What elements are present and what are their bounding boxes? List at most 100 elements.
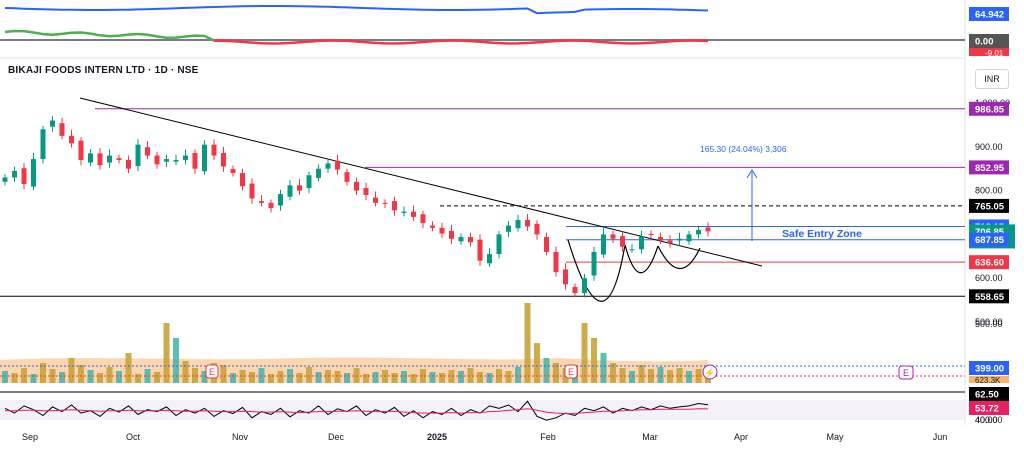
candle-body (297, 185, 302, 191)
candle-body (21, 168, 27, 185)
candle-body (696, 230, 701, 235)
candle-body (31, 159, 36, 187)
x-axis-label: Dec (328, 432, 345, 442)
volume-bar (638, 365, 645, 383)
rsi-value-tag: 62.50 (975, 390, 999, 401)
volume-bar (249, 372, 255, 383)
volume-avg-tag: 399.00 (975, 364, 1004, 375)
candle-body (411, 211, 416, 217)
candle-body (620, 236, 625, 247)
volume-bar (2, 371, 8, 383)
candle-body (525, 219, 530, 227)
earnings-marker-label: E (568, 367, 574, 377)
candle-body (677, 238, 682, 241)
volume-bar (439, 373, 445, 383)
volume-bar (600, 353, 607, 383)
candle-body (306, 175, 312, 188)
candle-body (468, 237, 473, 243)
candle-body (354, 181, 359, 191)
volume-bar (135, 374, 141, 383)
volume-bar (515, 367, 521, 383)
x-axis-label: May (826, 432, 844, 442)
candle-body (639, 236, 644, 250)
volume-bar (410, 374, 417, 383)
volume-bar (97, 373, 103, 383)
candle-body (50, 120, 55, 127)
candle-body (544, 237, 549, 252)
earnings-marker-label: E (209, 367, 215, 377)
volume-bar (391, 373, 398, 383)
volume-bar (268, 374, 274, 383)
candle-body (116, 158, 122, 160)
volume-bar (458, 371, 464, 383)
candle-body (449, 230, 454, 239)
candle-body (230, 169, 236, 174)
candle-body (363, 187, 369, 195)
volume-bar (429, 372, 436, 383)
candle-body (126, 159, 131, 169)
candle-body (563, 269, 568, 285)
candle-body (553, 251, 559, 273)
volume-bar (59, 372, 65, 383)
candle-body (439, 227, 445, 234)
candle-body (572, 286, 578, 294)
x-axis-label: 2025 (427, 432, 447, 442)
x-axis-label: Mar (642, 432, 658, 442)
volume-bar (657, 367, 664, 383)
candle-body (173, 159, 179, 162)
rsi-axis-tick: 40.00 (975, 415, 998, 425)
candle-body (40, 129, 46, 160)
volume-bar (477, 372, 483, 383)
x-axis-label: Feb (540, 432, 556, 442)
safe-entry-zone-label: Safe Entry Zone (782, 228, 862, 240)
candle-body (221, 152, 226, 167)
rsi-ma-tag: 53.72 (975, 404, 999, 415)
candle-body (164, 159, 169, 162)
volume-bar (401, 371, 407, 383)
candle-body (658, 237, 663, 241)
candle-body (107, 155, 112, 163)
volume-bar (296, 373, 303, 383)
candle-body (610, 234, 616, 239)
candle-body (287, 185, 293, 197)
candle-body (496, 234, 502, 255)
volume-bar (163, 323, 170, 383)
candle-body (12, 170, 17, 178)
x-axis-label: Nov (232, 432, 249, 442)
top-indicator-line (4, 5, 709, 15)
candle-body (325, 163, 331, 169)
volume-bar (686, 371, 692, 383)
price-axis-tick: 600.00 (975, 273, 1003, 283)
x-axis-label: Apr (734, 432, 748, 442)
candle-body (591, 251, 597, 276)
candle-body (88, 153, 93, 163)
volume-bar (524, 303, 531, 383)
x-axis-label: Oct (126, 432, 141, 442)
candle-body (316, 168, 321, 178)
volume-bar (534, 343, 540, 383)
candle-body (145, 147, 150, 156)
candle-body (430, 225, 435, 228)
candle-body (211, 144, 217, 156)
candle-body (506, 225, 511, 232)
candle-body (335, 160, 340, 170)
volume-bar (230, 373, 236, 383)
candle-body (582, 278, 587, 294)
stock-chart[interactable]: 165.30 (24.04%) 3,306 Safe Entry Zone E E E ⚡… (0, 0, 1024, 449)
top-indicator-value: 64.942 (975, 10, 1004, 21)
volume-secondary-tag: 623.3K (975, 376, 1001, 385)
candle-body (629, 249, 635, 251)
volume-bar (30, 374, 37, 383)
volume-bar (372, 372, 379, 383)
upcoming-earnings-label: E (903, 368, 909, 378)
volume-bar (363, 374, 369, 383)
volume-bar (154, 372, 160, 383)
candle-body (69, 135, 74, 144)
volume-bar (315, 372, 322, 383)
candle-body (648, 233, 654, 235)
level-tag-558: 558.65 (975, 292, 1005, 303)
volume-bar (306, 367, 312, 383)
candle-body (183, 155, 188, 160)
volume-bar (116, 371, 122, 383)
candle-body (249, 183, 255, 199)
